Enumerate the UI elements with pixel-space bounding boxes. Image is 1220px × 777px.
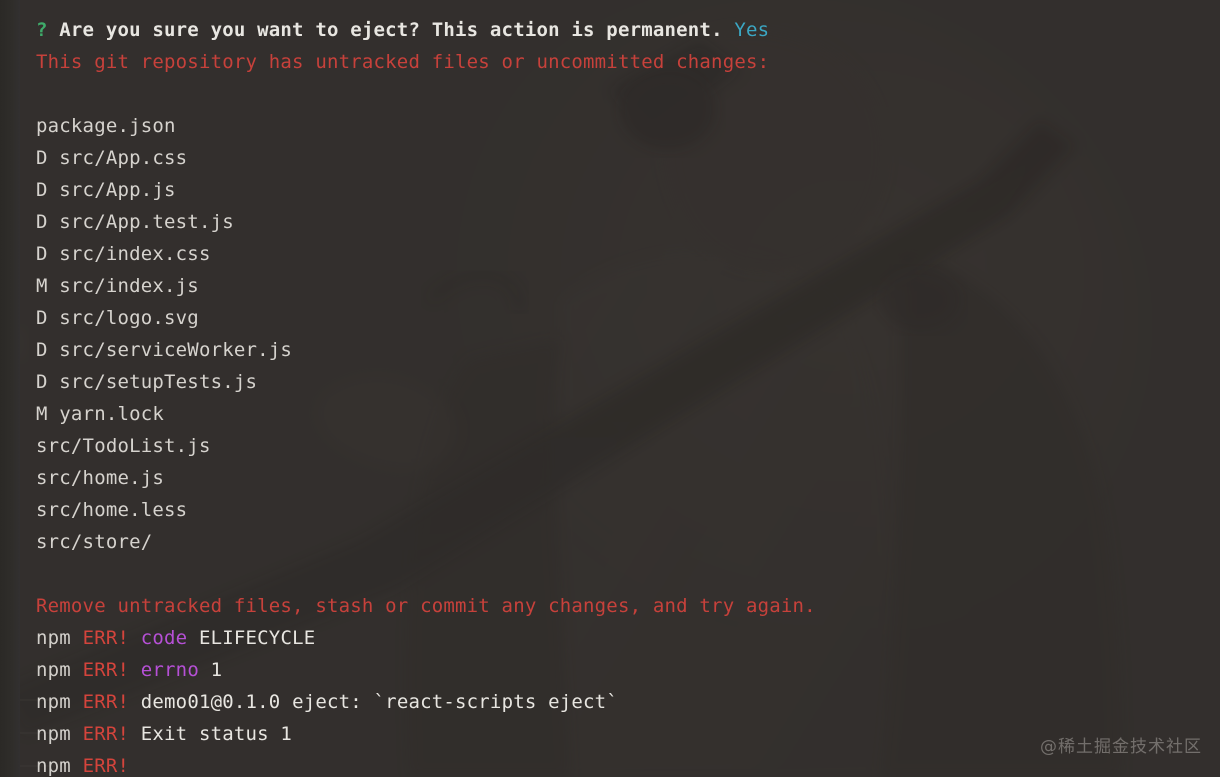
npm-err-value: demo01@0.1.0 eject: `react-scripts eject… xyxy=(140,691,618,713)
file-row: src/home.less xyxy=(36,494,1220,526)
git-warning-line: This git repository has untracked files … xyxy=(36,51,770,73)
npm-err-value: 1 xyxy=(210,659,223,681)
npm-err-tag: ERR! xyxy=(82,627,130,649)
file-row: D src/index.css xyxy=(36,238,1220,270)
terminal-output: ? Are you sure you want to eject? This a… xyxy=(0,0,1220,777)
npm-err-tag: ERR! xyxy=(82,659,130,681)
watermark: @稀土掘金技术社区 xyxy=(1040,737,1202,757)
file-row: M src/index.js xyxy=(36,270,1220,302)
npm-prefix: npm xyxy=(36,723,71,745)
file-row: src/home.js xyxy=(36,462,1220,494)
npm-error-row: npm ERR! errno 1 xyxy=(36,654,1220,686)
npm-prefix: npm xyxy=(36,755,71,777)
file-path: src/index.js xyxy=(59,275,199,297)
npm-error-row: npm ERR! demo01@0.1.0 eject: `react-scri… xyxy=(36,686,1220,718)
spacer-line-1 xyxy=(36,78,1220,110)
npm-err-tag: ERR! xyxy=(82,755,130,777)
file-path: src/home.js xyxy=(36,467,165,489)
prompt-marker-icon: ? xyxy=(36,19,48,41)
npm-err-key: code xyxy=(140,627,188,649)
file-status: M xyxy=(36,403,48,425)
file-path: src/home.less xyxy=(36,499,188,521)
file-path: src/App.js xyxy=(59,179,176,201)
file-status: D xyxy=(36,307,48,329)
file-status: D xyxy=(36,179,48,201)
npm-err-value: ELIFECYCLE xyxy=(198,627,316,649)
terminal-window[interactable]: ? Are you sure you want to eject? This a… xyxy=(0,0,1220,777)
file-path: src/serviceWorker.js xyxy=(59,339,293,361)
file-row: D src/App.js xyxy=(36,174,1220,206)
advice-line: Remove untracked files, stash or commit … xyxy=(36,595,816,617)
npm-prefix: npm xyxy=(36,659,71,681)
file-path: src/TodoList.js xyxy=(36,435,211,457)
npm-err-key: errno xyxy=(140,659,199,681)
file-status: D xyxy=(36,339,48,361)
file-row: D src/logo.svg xyxy=(36,302,1220,334)
npm-error-row: npm ERR! code ELIFECYCLE xyxy=(36,622,1220,654)
file-row: src/store/ xyxy=(36,526,1220,558)
file-path: src/setupTests.js xyxy=(59,371,258,393)
file-row: D src/setupTests.js xyxy=(36,366,1220,398)
prompt-answer: Yes xyxy=(734,19,770,41)
npm-err-value: Exit status 1 xyxy=(140,723,293,745)
prompt-question: Are you sure you want to eject? This act… xyxy=(59,19,723,41)
spacer-line-2 xyxy=(36,558,1220,590)
file-path: src/App.test.js xyxy=(59,211,234,233)
file-path: src/App.css xyxy=(59,147,188,169)
file-row: D src/App.css xyxy=(36,142,1220,174)
file-path: yarn.lock xyxy=(59,403,165,425)
file-row: D src/serviceWorker.js xyxy=(36,334,1220,366)
file-path: package.json xyxy=(36,115,176,137)
file-status: D xyxy=(36,211,48,233)
file-row: package.json xyxy=(36,110,1220,142)
file-status: D xyxy=(36,371,48,393)
eject-confirm-prompt: ? Are you sure you want to eject? This a… xyxy=(36,14,1220,46)
file-status: D xyxy=(36,147,48,169)
file-path: src/index.css xyxy=(59,243,211,265)
npm-err-tag: ERR! xyxy=(82,723,130,745)
npm-err-tag: ERR! xyxy=(82,691,130,713)
npm-prefix: npm xyxy=(36,627,71,649)
file-path: src/store/ xyxy=(36,531,153,553)
file-status: M xyxy=(36,275,48,297)
file-status: D xyxy=(36,243,48,265)
file-row: M yarn.lock xyxy=(36,398,1220,430)
file-row: D src/App.test.js xyxy=(36,206,1220,238)
file-row: src/TodoList.js xyxy=(36,430,1220,462)
file-path: src/logo.svg xyxy=(59,307,199,329)
npm-prefix: npm xyxy=(36,691,71,713)
